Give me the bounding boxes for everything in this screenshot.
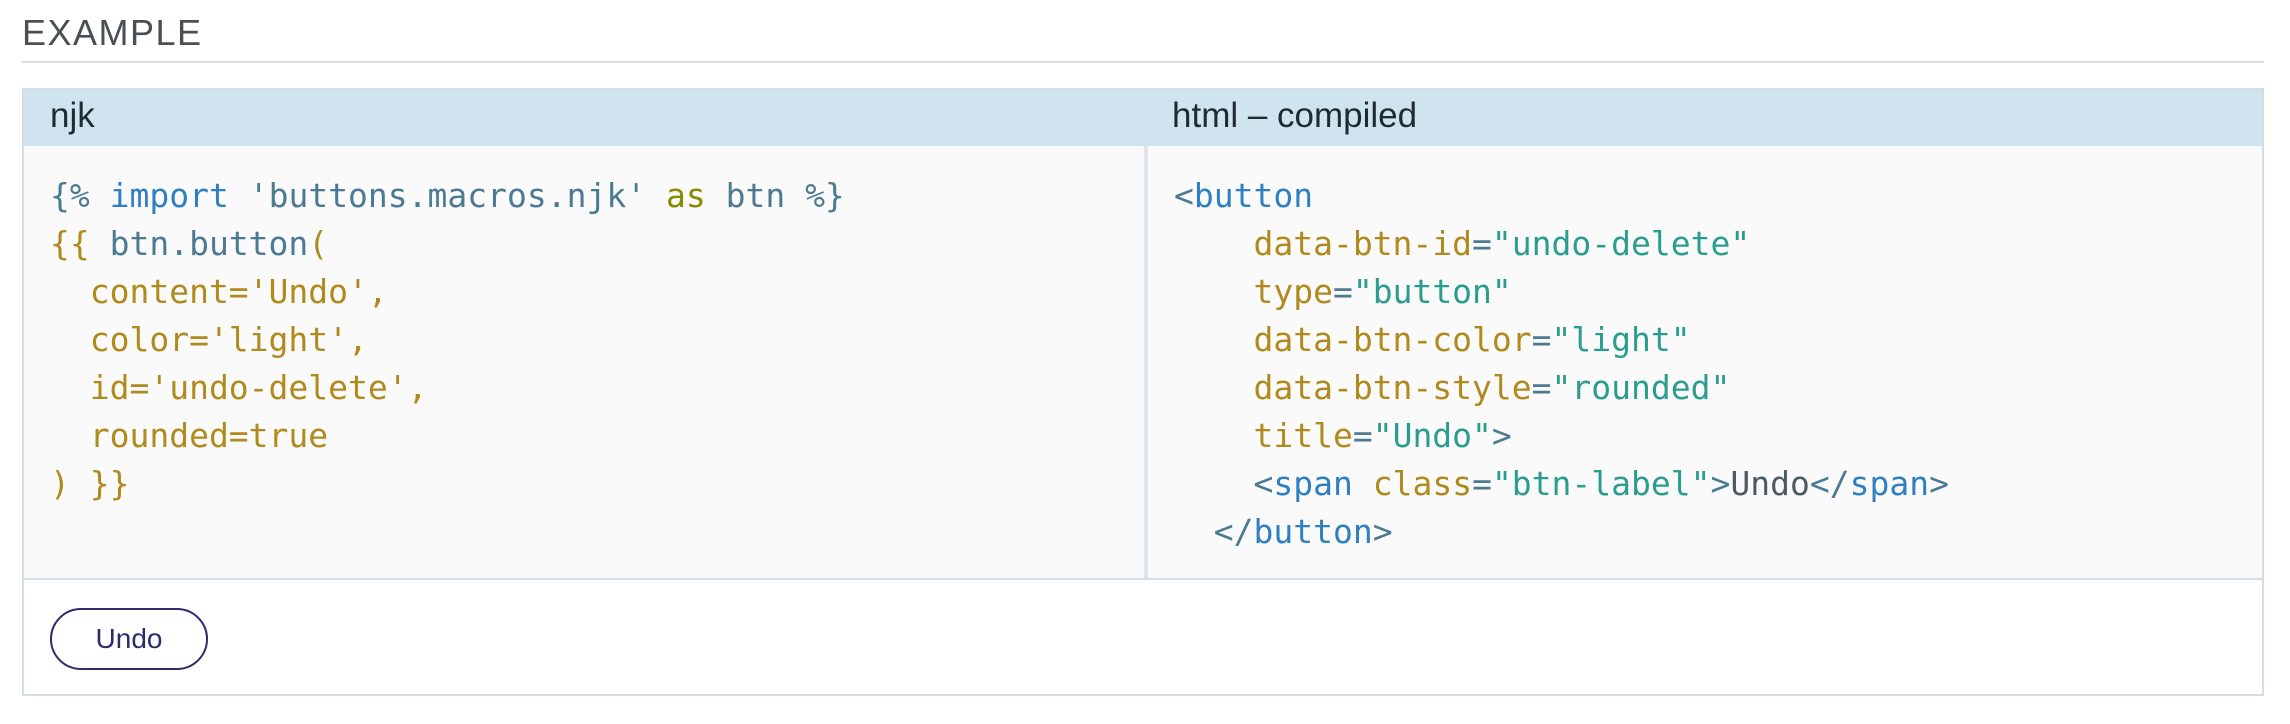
njk-code-line: color='light', xyxy=(50,320,368,359)
code-token: Undo xyxy=(1730,464,1810,503)
code-token: > xyxy=(1372,512,1393,551)
example-panel: njk html – compiled {% import 'buttons.m… xyxy=(22,88,2264,696)
njk-code-line: rounded=true xyxy=(50,416,328,455)
section-title: EXAMPLE xyxy=(22,12,203,53)
code-token: "undo-delete" xyxy=(1491,224,1751,263)
html-code-line: title="Undo"> xyxy=(1174,416,1512,455)
code-token: data-btn-style xyxy=(1253,368,1532,407)
code-token: data-btn-color xyxy=(1253,320,1532,359)
code-token: content='Undo', xyxy=(50,272,388,311)
code-token: = xyxy=(1352,416,1373,455)
html-code-line: data-btn-style="rounded" xyxy=(1174,368,1730,407)
code-token: as xyxy=(665,176,706,215)
code-header-row: njk html – compiled xyxy=(24,90,2262,146)
code-token: > xyxy=(1929,464,1949,503)
njk-code-line: ) }} xyxy=(50,464,129,503)
html-column-label: html – compiled xyxy=(1172,96,1418,135)
html-code-block[interactable]: <button data-btn-id="undo-delete" type="… xyxy=(1148,146,2262,578)
code-token: </ xyxy=(1809,464,1850,503)
code-token: id='undo-delete', xyxy=(50,368,428,407)
code-token: > xyxy=(1710,464,1731,503)
code-token: < xyxy=(1253,464,1274,503)
section-divider xyxy=(22,61,2264,63)
code-token: = xyxy=(1472,224,1492,263)
preview-divider xyxy=(24,578,2262,580)
code-token: > xyxy=(1491,416,1512,455)
code-token: type xyxy=(1253,272,1333,311)
html-code-line: <button xyxy=(1174,176,1313,215)
code-token: = xyxy=(1332,272,1353,311)
code-token: < xyxy=(1174,176,1194,215)
code-token: import xyxy=(109,176,229,215)
code-token: rounded=true xyxy=(50,416,329,455)
code-token: 'buttons.macros.njk' xyxy=(248,176,647,215)
njk-code: {% import 'buttons.macros.njk' as btn %}… xyxy=(50,172,845,508)
code-token: "button" xyxy=(1352,272,1512,311)
code-token: "Undo" xyxy=(1372,416,1492,455)
code-token: span xyxy=(1849,464,1930,503)
html-code-line: </button> xyxy=(1174,512,1393,551)
code-token: data-btn-id xyxy=(1253,224,1473,263)
code-token: btn xyxy=(725,176,786,215)
code-token: class xyxy=(1372,464,1473,503)
njk-code-line: {{ btn.button( xyxy=(50,224,328,263)
code-token: %} xyxy=(805,176,845,215)
code-token: {{ xyxy=(50,224,110,263)
code-token: = xyxy=(1531,368,1552,407)
code-token: "rounded" xyxy=(1551,368,1731,407)
code-token: color='light', xyxy=(50,320,368,359)
njk-code-line: {% import 'buttons.macros.njk' as btn %} xyxy=(50,176,845,215)
code-token: ( xyxy=(308,224,329,263)
html-code-line: <span class="btn-label">Undo</span> xyxy=(1174,464,1949,503)
njk-code-block[interactable]: {% import 'buttons.macros.njk' as btn %}… xyxy=(24,146,1144,578)
html-code: <button data-btn-id="undo-delete" type="… xyxy=(1174,172,1949,556)
code-token: {% xyxy=(50,176,90,215)
html-code-line: data-btn-color="light" xyxy=(1174,320,1691,359)
code-token: button xyxy=(1253,512,1373,551)
html-code-line: data-btn-id="undo-delete" xyxy=(1174,224,1750,263)
code-token: </ xyxy=(1213,512,1254,551)
code-token: title xyxy=(1253,416,1353,455)
html-code-line: type="button" xyxy=(1174,272,1512,311)
code-token: "light" xyxy=(1551,320,1691,359)
njk-code-line: content='Undo', xyxy=(50,272,388,311)
code-token: btn.button xyxy=(109,224,309,263)
code-token: span xyxy=(1273,464,1353,503)
code-token: ) }} xyxy=(50,464,130,503)
njk-code-line: id='undo-delete', xyxy=(50,368,428,407)
code-token: button xyxy=(1193,176,1314,215)
code-token: "btn-label" xyxy=(1491,464,1711,503)
undo-button[interactable]: Undo xyxy=(50,608,208,670)
code-token: = xyxy=(1472,464,1492,503)
njk-column-label: njk xyxy=(50,96,95,135)
code-token: = xyxy=(1531,320,1552,359)
